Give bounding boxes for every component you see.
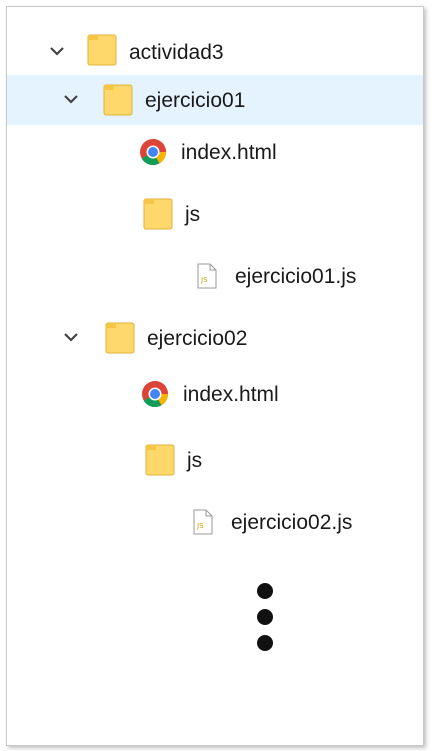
tree-item-label: index.html bbox=[183, 383, 279, 406]
tree-item-actividad3[interactable]: actividad3 bbox=[7, 27, 423, 77]
ellipsis-dot bbox=[257, 635, 273, 651]
folder-icon bbox=[105, 322, 135, 354]
tree-item-label: ejercicio01 bbox=[145, 89, 246, 112]
folder-icon bbox=[103, 84, 133, 116]
tree-item-index-html[interactable]: index.html bbox=[7, 369, 423, 419]
svg-text:JS: JS bbox=[196, 522, 204, 530]
file-tree-panel: actividad3 ejercicio01 index.html js JS … bbox=[6, 6, 424, 746]
tree-item-js-folder[interactable]: js bbox=[7, 435, 423, 485]
chrome-icon bbox=[142, 381, 169, 408]
chevron-down-icon[interactable] bbox=[47, 41, 67, 61]
more-items-ellipsis-icon bbox=[257, 583, 273, 661]
tree-item-label: ejercicio01.js bbox=[235, 265, 357, 288]
tree-item-ejercicio02[interactable]: ejercicio02 bbox=[7, 313, 423, 363]
js-file-icon: JS bbox=[197, 263, 217, 289]
chevron-down-icon[interactable] bbox=[61, 327, 81, 347]
folder-icon bbox=[145, 444, 175, 476]
tree-item-ejercicio01-js[interactable]: JS ejercicio01.js bbox=[7, 251, 423, 301]
tree-item-ejercicio01[interactable]: ejercicio01 bbox=[7, 75, 423, 125]
chevron-down-icon[interactable] bbox=[61, 89, 81, 109]
tree-item-label: ejercicio02 bbox=[147, 327, 248, 350]
tree-item-label: js bbox=[187, 449, 203, 472]
svg-text:JS: JS bbox=[200, 276, 208, 284]
tree-item-label: index.html bbox=[181, 141, 277, 164]
tree-item-js-folder[interactable]: js bbox=[7, 189, 423, 239]
ellipsis-dot bbox=[257, 583, 273, 599]
tree-item-label: ejercicio02.js bbox=[231, 511, 353, 534]
folder-icon bbox=[87, 34, 117, 66]
tree-item-label: js bbox=[185, 203, 201, 226]
folder-icon bbox=[143, 198, 173, 230]
tree-item-ejercicio02-js[interactable]: JS ejercicio02.js bbox=[7, 497, 423, 547]
chrome-icon bbox=[140, 139, 167, 166]
js-file-icon: JS bbox=[193, 509, 213, 535]
tree-item-index-html[interactable]: index.html bbox=[7, 127, 423, 177]
ellipsis-dot bbox=[257, 609, 273, 625]
tree-item-label: actividad3 bbox=[129, 41, 224, 64]
